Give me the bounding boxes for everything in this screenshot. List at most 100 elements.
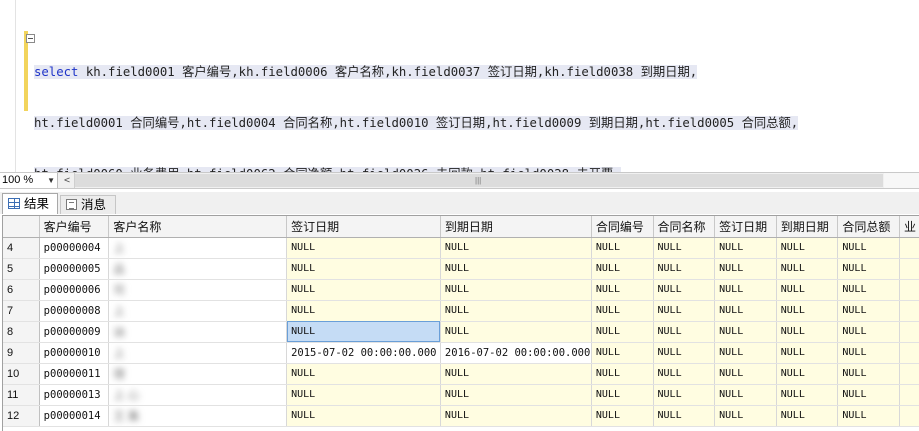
cell-customer-id[interactable]: p00000009 (39, 321, 110, 343)
row-number[interactable]: 9 (3, 342, 40, 364)
cell-partial[interactable] (899, 342, 919, 364)
cell-contract-field[interactable]: NULL (591, 342, 654, 364)
cell-due-date[interactable]: NULL (440, 237, 592, 259)
cell-contract-field[interactable]: NULL (837, 237, 901, 259)
tab-results[interactable]: 结果 (2, 193, 58, 214)
results-grid[interactable]: 客户编号 客户名称 签订日期 到期日期 合同编号 合同名称 签订日期 到期日期 合同总额业 4p… (2, 215, 919, 431)
table-row[interactable]: 4 p00000004 上 NULL NULL NULL NULL NULL NULL NULL (3, 237, 919, 259)
cell-contract-field[interactable]: NULL (776, 321, 839, 343)
cell-contract-field[interactable]: NULL (653, 321, 716, 343)
cell-contract-field[interactable]: NULL (653, 363, 716, 385)
cell-sign-date[interactable]: NULL (286, 405, 441, 427)
cell-contract-field[interactable]: NULL (653, 279, 716, 301)
row-number[interactable]: 11 (3, 384, 40, 406)
cell-sign-date[interactable]: NULL (286, 258, 441, 280)
cell-contract-field[interactable]: NULL (714, 237, 777, 259)
table-row[interactable]: 8 p00000009 讷 NULL NULL NULL NULL NULL NULL NULL (3, 321, 919, 343)
cell-contract-field[interactable]: NULL (591, 384, 654, 406)
cell-contract-field[interactable]: NULL (837, 321, 901, 343)
cell-contract-field[interactable]: NULL (776, 300, 839, 322)
cell-customer-name[interactable]: 理 (108, 363, 288, 385)
cell-contract-field[interactable]: NULL (776, 258, 839, 280)
cell-partial[interactable] (899, 237, 919, 259)
row-number[interactable]: 6 (3, 279, 40, 301)
cell-contract-field[interactable]: NULL (653, 342, 716, 364)
cell-customer-id[interactable]: p00000006 (39, 279, 110, 301)
column-header[interactable]: 客户名称 (108, 216, 288, 238)
table-row[interactable]: 7 p00000008 上 NULL NULL NULL NULL NULL NULL NULL (3, 300, 919, 322)
cell-contract-field[interactable]: NULL (776, 384, 839, 406)
cell-partial[interactable] (899, 321, 919, 343)
row-number[interactable]: 8 (3, 321, 40, 343)
zoom-select[interactable]: 100 % ▼ (0, 173, 58, 188)
cell-customer-id[interactable]: p00000011 (39, 363, 110, 385)
tab-messages[interactable]: 消息 (60, 195, 116, 214)
cell-contract-field[interactable]: NULL (653, 384, 716, 406)
cell-contract-field[interactable]: NULL (837, 342, 901, 364)
column-header[interactable]: 合同总额 (837, 216, 901, 238)
cell-due-date[interactable]: NULL (440, 363, 592, 385)
cell-contract-field[interactable]: NULL (776, 279, 839, 301)
table-row[interactable]: 9 p00000010 上 2015-07-02 00:00:00.000 2016-0… (3, 342, 919, 364)
horizontal-scrollbar-thumb[interactable]: ||| (75, 174, 883, 187)
cell-customer-name[interactable]: 王 集 (108, 405, 288, 427)
cell-sign-date[interactable]: 2015-07-02 00:00:00.000 (286, 342, 441, 364)
cell-contract-field[interactable]: NULL (591, 321, 654, 343)
cell-sign-date[interactable]: NULL (286, 279, 441, 301)
table-row[interactable]: 10 p00000011 理 NULL NULL NULL NULL NULL NULL NULL (3, 363, 919, 385)
cell-contract-field[interactable]: NULL (591, 300, 654, 322)
cell-contract-field[interactable]: NULL (776, 405, 839, 427)
cell-sign-date[interactable]: NULL (286, 363, 441, 385)
cell-contract-field[interactable]: NULL (591, 258, 654, 280)
cell-customer-id[interactable]: p00000013 (39, 384, 110, 406)
cell-contract-field[interactable]: NULL (837, 300, 901, 322)
column-header[interactable]: 到期日期 (776, 216, 839, 238)
row-number[interactable]: 4 (3, 237, 40, 259)
cell-due-date[interactable]: NULL (440, 279, 592, 301)
cell-partial[interactable] (899, 300, 919, 322)
table-row[interactable]: 5 p00000005 品 NULL NULL NULL NULL NULL NULL NULL (3, 258, 919, 280)
cell-contract-field[interactable]: NULL (653, 237, 716, 259)
row-number[interactable]: 7 (3, 300, 40, 322)
scroll-left-icon[interactable]: < (60, 173, 75, 188)
cell-customer-name[interactable]: 上 (108, 237, 288, 259)
cell-due-date[interactable]: NULL (440, 321, 592, 343)
cell-partial[interactable] (899, 279, 919, 301)
cell-partial[interactable] (899, 405, 919, 427)
row-number[interactable]: 12 (3, 405, 40, 427)
cell-contract-field[interactable]: NULL (714, 363, 777, 385)
cell-contract-field[interactable]: NULL (591, 405, 654, 427)
cell-contract-field[interactable]: NULL (837, 363, 901, 385)
table-row[interactable]: 6 p00000006 司 NULL NULL NULL NULL NULL NULL NULL (3, 279, 919, 301)
cell-sign-date[interactable]: NULL (286, 300, 441, 322)
cell-contract-field[interactable]: NULL (714, 342, 777, 364)
cell-customer-id[interactable]: p00000004 (39, 237, 110, 259)
cell-customer-name[interactable]: 上 (108, 342, 288, 364)
cell-customer-name[interactable]: 上 (108, 300, 288, 322)
table-row[interactable]: 12 p00000014 王 集 NULL NULL NULL NULL NULL NULL NU… (3, 405, 919, 427)
cell-due-date[interactable]: 2016-07-02 00:00:00.000 (440, 342, 592, 364)
cell-sign-date[interactable]: NULL (286, 321, 441, 343)
column-header[interactable]: 合同编号 (591, 216, 654, 238)
cell-due-date[interactable]: NULL (440, 300, 592, 322)
cell-contract-field[interactable]: NULL (776, 363, 839, 385)
cell-contract-field[interactable]: NULL (776, 237, 839, 259)
cell-sign-date[interactable]: NULL (286, 384, 441, 406)
cell-customer-name[interactable]: 司 (108, 279, 288, 301)
cell-partial[interactable] (899, 363, 919, 385)
cell-contract-field[interactable]: NULL (837, 405, 901, 427)
row-number-header[interactable] (3, 216, 40, 238)
cell-contract-field[interactable]: NULL (837, 258, 901, 280)
cell-contract-field[interactable]: NULL (653, 300, 716, 322)
cell-contract-field[interactable]: NULL (591, 237, 654, 259)
column-header[interactable]: 合同名称 (653, 216, 716, 238)
row-number[interactable]: 5 (3, 258, 40, 280)
cell-contract-field[interactable]: NULL (714, 384, 777, 406)
cell-partial[interactable] (899, 258, 919, 280)
cell-contract-field[interactable]: NULL (653, 258, 716, 280)
cell-contract-field[interactable]: NULL (714, 300, 777, 322)
column-header[interactable]: 签订日期 (714, 216, 777, 238)
cell-contract-field[interactable]: NULL (591, 279, 654, 301)
cell-customer-name[interactable]: 讷 (108, 321, 288, 343)
cell-customer-id[interactable]: p00000014 (39, 405, 110, 427)
